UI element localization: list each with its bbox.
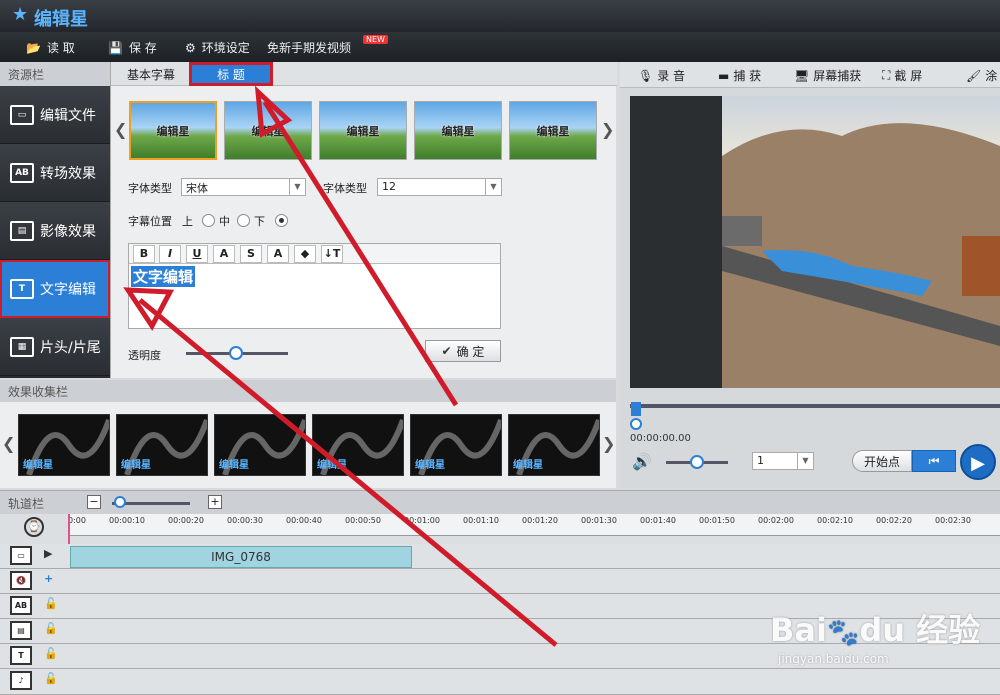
baidu-watermark: Bai🐾du 经验 — [770, 611, 981, 649]
annotation-arrow — [138, 298, 558, 647]
annotation-arrow — [262, 100, 459, 407]
watermark-url: jingyan.baidu.com — [778, 652, 889, 666]
annotation-arrows — [123, 85, 558, 647]
